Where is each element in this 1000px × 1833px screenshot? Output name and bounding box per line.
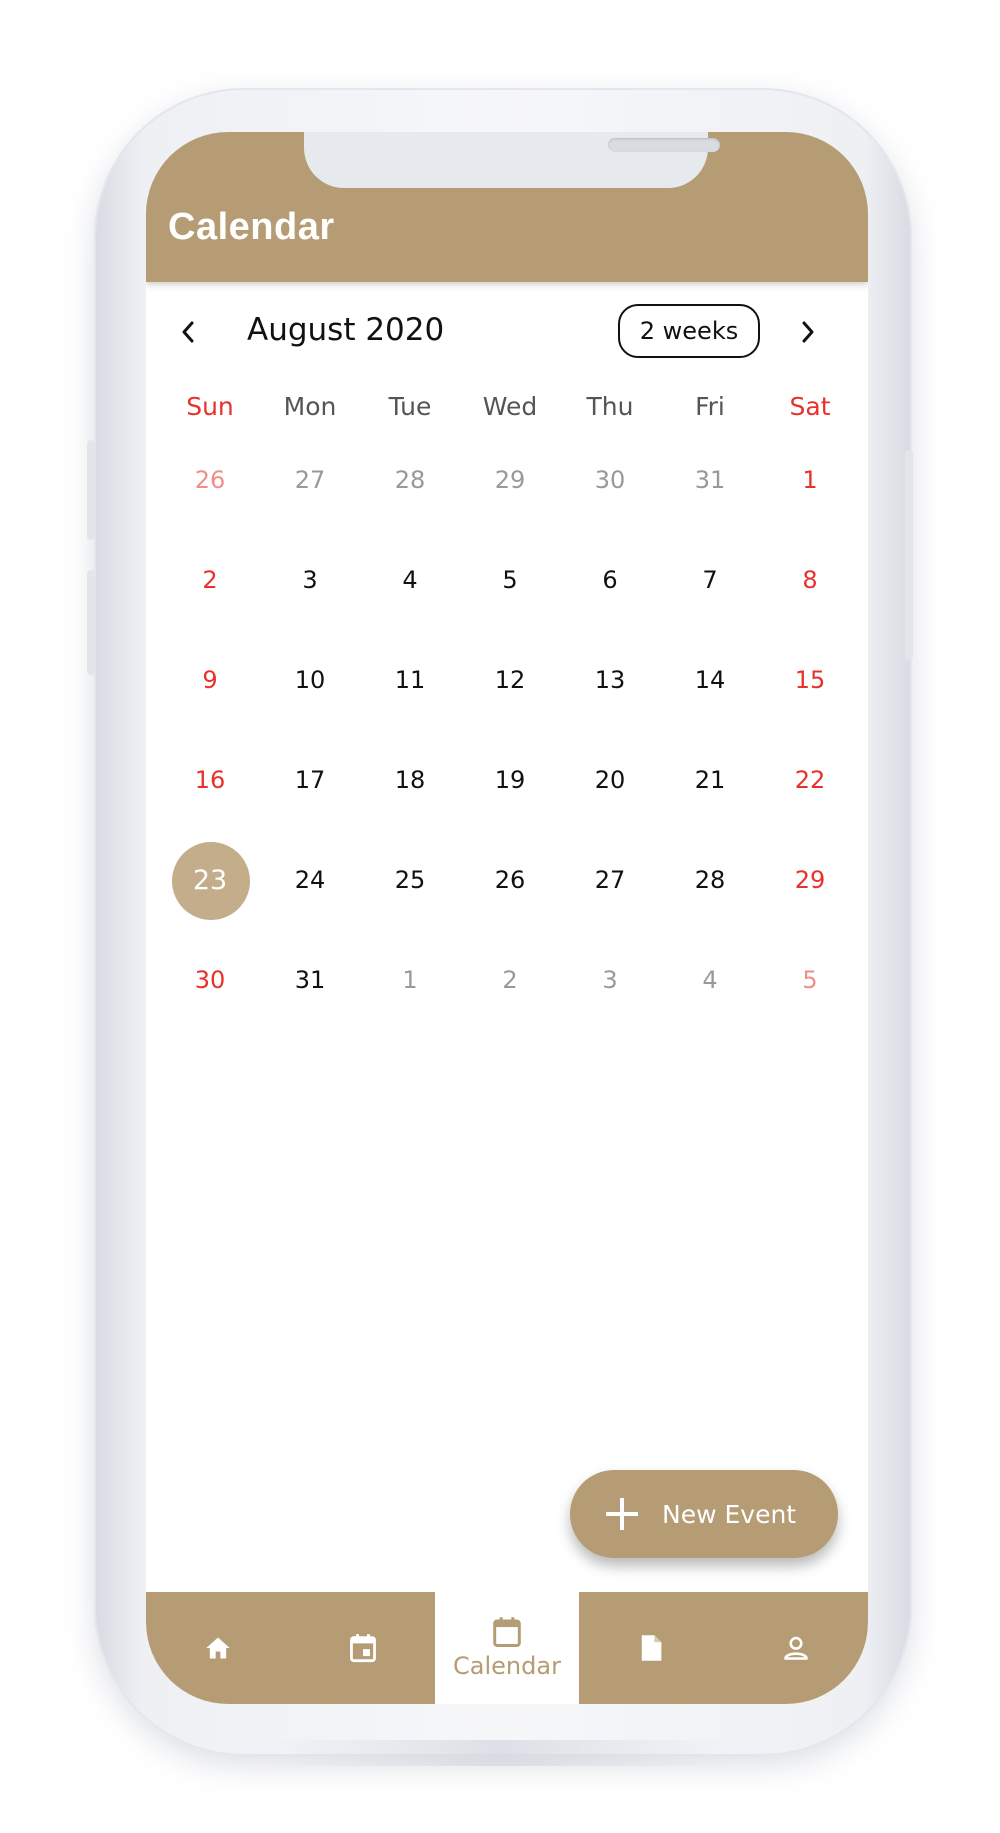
calendar-week-row: 30 31 1 2 3 4 5 — [160, 930, 860, 1030]
person-icon — [783, 1636, 808, 1660]
calendar-day[interactable]: 22 — [760, 730, 860, 830]
calendar-day[interactable]: 8 — [760, 530, 860, 630]
calendar-day[interactable]: 15 — [760, 630, 860, 730]
nav-item-events[interactable] — [290, 1592, 434, 1704]
calendar-day[interactable]: 30 — [160, 930, 260, 1030]
calendar-day[interactable]: 14 — [660, 630, 760, 730]
calendar-day[interactable]: 29 — [460, 430, 560, 530]
calendar-day[interactable]: 11 — [360, 630, 460, 730]
speaker-grille — [608, 138, 720, 152]
phone-side-button — [87, 440, 95, 540]
calendar-day[interactable]: 9 — [160, 630, 260, 730]
calendar-day[interactable]: 29 — [760, 830, 860, 930]
calendar-day[interactable]: 16 — [160, 730, 260, 830]
phone-side-button — [905, 450, 913, 660]
previous-month-button[interactable] — [166, 310, 210, 354]
calendar-day[interactable]: 25 — [360, 830, 460, 930]
calendar-day[interactable]: 4 — [660, 930, 760, 1030]
calendar-week-row: 16 17 18 19 20 21 22 — [160, 730, 860, 830]
calendar-day[interactable]: 24 — [260, 830, 360, 930]
calendar-day[interactable]: 26 — [160, 430, 260, 530]
calendar-day[interactable]: 12 — [460, 630, 560, 730]
calendar-day[interactable]: 3 — [560, 930, 660, 1030]
page-title: Calendar — [168, 206, 335, 248]
event-icon — [349, 1634, 376, 1663]
document-icon — [642, 1635, 662, 1661]
new-event-button[interactable]: New Event — [570, 1470, 838, 1558]
calendar-day[interactable]: 5 — [460, 530, 560, 630]
phone-base-reflection — [270, 1740, 730, 1766]
calendar-day-selected[interactable]: 23 — [160, 830, 260, 930]
calendar-day[interactable]: 2 — [460, 930, 560, 1030]
calendar-week-row: 2 3 4 5 6 7 8 — [160, 530, 860, 630]
calendar-day[interactable]: 7 — [660, 530, 760, 630]
bottom-navigation: Calendar — [146, 1592, 868, 1704]
calendar-day[interactable]: 27 — [260, 430, 360, 530]
calendar-day[interactable]: 18 — [360, 730, 460, 830]
month-navigation: August 2020 2 weeks — [146, 304, 868, 364]
plus-icon — [606, 1498, 638, 1530]
nav-label-calendar: Calendar — [453, 1652, 561, 1680]
calendar-day[interactable]: 2 — [160, 530, 260, 630]
calendar-day[interactable]: 5 — [760, 930, 860, 1030]
calendar-day[interactable]: 19 — [460, 730, 560, 830]
app-screen: Calendar August 2020 2 weeks Sun Mon Tue… — [146, 132, 868, 1704]
chevron-right-icon — [802, 321, 814, 343]
calendar-day[interactable]: 6 — [560, 530, 660, 630]
phone-notch — [304, 132, 720, 188]
month-label: August 2020 — [247, 312, 445, 348]
phone-side-button — [87, 570, 95, 675]
calendar-day[interactable]: 26 — [460, 830, 560, 930]
calendar-day[interactable]: 30 — [560, 430, 660, 530]
calendar-day[interactable]: 27 — [560, 830, 660, 930]
nav-item-profile[interactable] — [724, 1592, 868, 1704]
nav-item-home[interactable] — [146, 1592, 290, 1704]
calendar-week-row: 26 27 28 29 30 31 1 — [160, 430, 860, 530]
chevron-left-icon — [182, 321, 194, 343]
calendar-day[interactable]: 1 — [360, 930, 460, 1030]
nav-item-documents[interactable] — [579, 1592, 723, 1704]
view-range-toggle[interactable]: 2 weeks — [618, 304, 760, 358]
app-header: Calendar — [146, 132, 868, 282]
next-month-button[interactable] — [786, 310, 830, 354]
calendar-day[interactable]: 13 — [560, 630, 660, 730]
calendar-week-row: 23 24 25 26 27 28 29 — [160, 830, 860, 930]
calendar-icon — [493, 1617, 521, 1648]
calendar-week-row: 9 10 11 12 13 14 15 — [160, 630, 860, 730]
calendar-day[interactable]: 31 — [660, 430, 760, 530]
calendar-day[interactable]: 4 — [360, 530, 460, 630]
selected-day-number: 23 — [192, 864, 228, 896]
calendar-day[interactable]: 10 — [260, 630, 360, 730]
calendar-day[interactable]: 31 — [260, 930, 360, 1030]
calendar-grid: 26 27 28 29 30 31 1 2 3 4 5 6 7 8 9 10 1… — [160, 430, 860, 1030]
calendar-day[interactable]: 28 — [360, 430, 460, 530]
home-icon — [206, 1637, 230, 1659]
calendar-day[interactable]: 20 — [560, 730, 660, 830]
new-event-label: New Event — [662, 1499, 797, 1529]
calendar-day[interactable]: 17 — [260, 730, 360, 830]
calendar-day[interactable]: 1 — [760, 430, 860, 530]
nav-item-calendar[interactable]: Calendar — [434, 1592, 580, 1704]
calendar-day[interactable]: 28 — [660, 830, 760, 930]
calendar-day[interactable]: 3 — [260, 530, 360, 630]
calendar-day[interactable]: 21 — [660, 730, 760, 830]
